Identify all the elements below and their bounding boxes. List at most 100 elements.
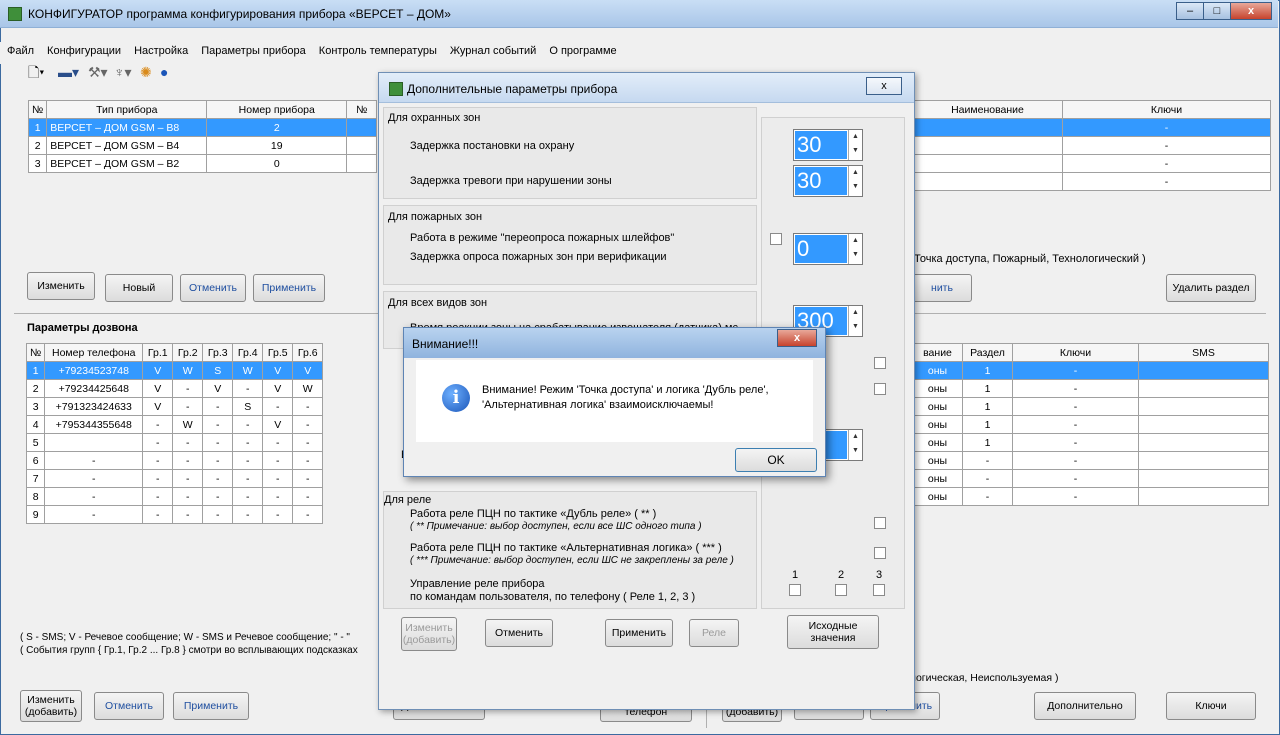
group-title: Для охранных зон <box>388 112 481 124</box>
menu-temperature[interactable]: Контроль температуры <box>312 42 443 57</box>
cell: V <box>142 397 174 416</box>
table-row[interactable]: - <box>912 172 1271 191</box>
table-row[interactable]: оны 1- <box>912 361 1269 380</box>
device-new-button[interactable]: Новый <box>105 274 173 302</box>
tools-icon[interactable]: ⚒▾ <box>88 64 108 80</box>
table-row[interactable]: оны - - <box>912 451 1269 470</box>
device-apply-button[interactable]: Применить <box>253 274 325 302</box>
dial-apply-button[interactable]: Применить <box>173 692 249 720</box>
spinner-arrows-icon[interactable]: ▲ ▼ <box>848 130 862 160</box>
settings-icon[interactable]: ✺ <box>140 64 152 80</box>
cell: ВЕРСЕТ – ДОМ GSM – В4 <box>46 136 208 155</box>
dialog-relay-button[interactable]: Реле <box>689 619 739 647</box>
table-row[interactable]: 3 ВЕРСЕТ – ДОМ GSM – В2 0 <box>27 154 378 173</box>
table-row[interactable]: 4 +795344355648- W - - V - <box>25 415 324 434</box>
table-row[interactable]: - <box>912 136 1271 155</box>
menu-configurations[interactable]: Конфигурации <box>40 42 127 57</box>
close-button[interactable]: x <box>1230 2 1272 20</box>
table-row[interactable]: оны 1- <box>912 415 1269 434</box>
ok-button[interactable]: OK <box>735 448 817 472</box>
sections-apply-button[interactable]: нить <box>912 274 972 302</box>
table-row[interactable]: оны - - <box>912 469 1269 488</box>
device-cancel-button[interactable]: Отменить <box>180 274 246 302</box>
table-row[interactable]: 3 +791323424633 V - - S - - <box>25 397 324 416</box>
cell: V <box>142 361 174 380</box>
spinner-arrows-icon[interactable]: ▲ ▼ <box>848 430 862 460</box>
delete-section-button[interactable]: Удалить раздел <box>1166 274 1256 302</box>
menu-about[interactable]: О программе <box>542 42 622 57</box>
alert-title: Внимание!!! <box>412 337 479 351</box>
relay-2-checkbox[interactable] <box>835 584 847 596</box>
col-header: Ключи <box>1012 343 1139 362</box>
cell: - <box>1012 397 1139 416</box>
minimize-button[interactable]: – <box>1176 2 1204 20</box>
cell <box>1138 379 1269 398</box>
relay-1-checkbox[interactable] <box>789 584 801 596</box>
table-row[interactable]: 9------- <box>25 505 324 524</box>
device-icon[interactable]: ▬▾ <box>58 64 79 80</box>
table-row[interactable]: 7------- <box>25 469 324 488</box>
cell: - <box>262 451 294 470</box>
table-row[interactable]: 6------- <box>25 451 324 470</box>
menu-device-params[interactable]: Параметры прибора <box>194 42 312 57</box>
help-icon[interactable]: ● <box>160 64 168 80</box>
table-row[interactable]: 5------ <box>25 433 324 452</box>
menu-settings[interactable]: Настройка <box>127 42 194 57</box>
zone-more-button[interactable]: Дополнительно <box>1034 692 1136 720</box>
table-row[interactable]: - <box>912 118 1271 137</box>
spinner-arrows-icon[interactable]: ▲ ▼ <box>848 234 862 264</box>
alert-close-button[interactable]: x <box>777 329 817 347</box>
dialog-apply-button[interactable]: Применить <box>605 619 673 647</box>
dialog-close-button[interactable]: x <box>866 77 902 95</box>
fire-verify-spinner[interactable]: 0 ▲ ▼ <box>793 233 863 265</box>
dial-cancel-button[interactable]: Отменить <box>94 692 164 720</box>
table-row[interactable]: оны 1- <box>912 379 1269 398</box>
table-row[interactable]: оны - - <box>912 487 1269 506</box>
option-checkbox[interactable] <box>874 357 886 369</box>
alarm-delay-spinner[interactable]: 30 ▲ ▼ <box>793 165 863 197</box>
cell: - <box>202 469 234 488</box>
dial-edit-button[interactable]: Изменить (добавить) <box>20 690 82 722</box>
cell: - <box>172 505 204 524</box>
defaults-button[interactable]: Исходные значения <box>787 615 879 649</box>
table-row[interactable]: 1 +79234523748 V W S W V V <box>25 361 324 380</box>
new-file-icon[interactable]: 🗋▾ <box>28 64 44 80</box>
cell: - <box>1062 118 1271 137</box>
arm-delay-spinner[interactable]: 30 ▲ ▼ <box>793 129 863 161</box>
menu-file[interactable]: Файл <box>0 42 40 57</box>
cell: - <box>232 505 264 524</box>
spinner-value: 30 <box>795 167 847 195</box>
table-row[interactable]: оны 1- <box>912 397 1269 416</box>
cell: - <box>44 469 144 488</box>
spinner-arrows-icon[interactable]: ▲ ▼ <box>848 306 862 336</box>
table-row[interactable]: 2 +79234425648 V - V - V W <box>25 379 324 398</box>
spinner-arrows-icon[interactable]: ▲ ▼ <box>848 166 862 196</box>
maximize-button[interactable]: □ <box>1203 2 1231 20</box>
cell: оны <box>912 433 963 452</box>
device-edit-button[interactable]: Изменить <box>27 272 95 300</box>
dialog-cancel-button[interactable]: Отменить <box>485 619 553 647</box>
cell: - <box>232 379 264 398</box>
fire-repoll-checkbox[interactable] <box>770 233 782 245</box>
relay-3-checkbox[interactable] <box>873 584 885 596</box>
cell: - <box>292 505 324 524</box>
col-header: Ключи <box>1062 100 1271 119</box>
table-row[interactable]: оны 1- <box>912 433 1269 452</box>
usb-icon[interactable]: ♆▾ <box>114 64 132 80</box>
arm-delay-label: Задержка постановки на охрану <box>410 140 575 152</box>
keys-button[interactable]: Ключи <box>1166 692 1256 720</box>
col-header: Гр.3 <box>202 343 234 362</box>
table-row[interactable]: 2 ВЕРСЕТ – ДОМ GSM – В4 19 <box>27 136 378 155</box>
option-checkbox[interactable] <box>874 383 886 395</box>
menu-event-log[interactable]: Журнал событий <box>443 42 542 57</box>
table-row[interactable]: 1 ВЕРСЕТ – ДОМ GSM – В8 2 <box>27 118 378 137</box>
cell: W <box>232 361 264 380</box>
table-row[interactable]: - <box>912 154 1271 173</box>
dialog-edit-button[interactable]: Изменить (добавить) <box>401 617 457 651</box>
cell <box>912 118 1063 137</box>
cell: - <box>962 469 1013 488</box>
table-row[interactable]: 8------- <box>25 487 324 506</box>
relay-alt-checkbox[interactable] <box>874 547 886 559</box>
spinner-value: 0 <box>795 235 847 263</box>
relay-dub-checkbox[interactable] <box>874 517 886 529</box>
